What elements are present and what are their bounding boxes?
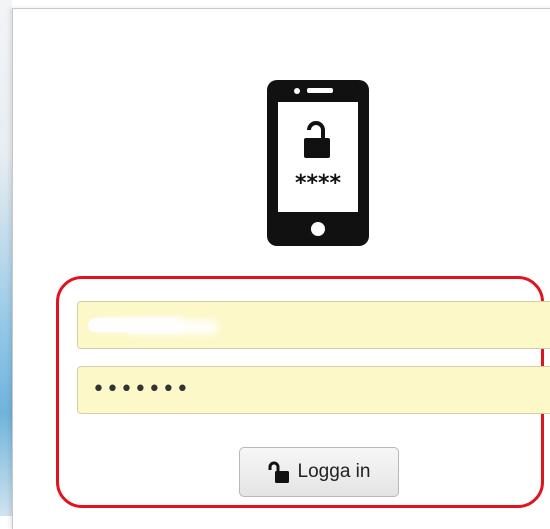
- pin-mask-text: ****: [295, 171, 342, 196]
- password-input[interactable]: •••••••: [77, 366, 550, 414]
- username-input[interactable]: [77, 301, 550, 349]
- phone-lock-icon: ****: [267, 80, 369, 246]
- password-value: •••••••: [92, 377, 190, 402]
- login-button-label: Logga in: [297, 461, 371, 482]
- unlock-icon: [268, 461, 289, 483]
- desktop-background: [0, 0, 12, 516]
- username-value: [90, 314, 200, 336]
- login-button[interactable]: Logga in: [239, 447, 399, 497]
